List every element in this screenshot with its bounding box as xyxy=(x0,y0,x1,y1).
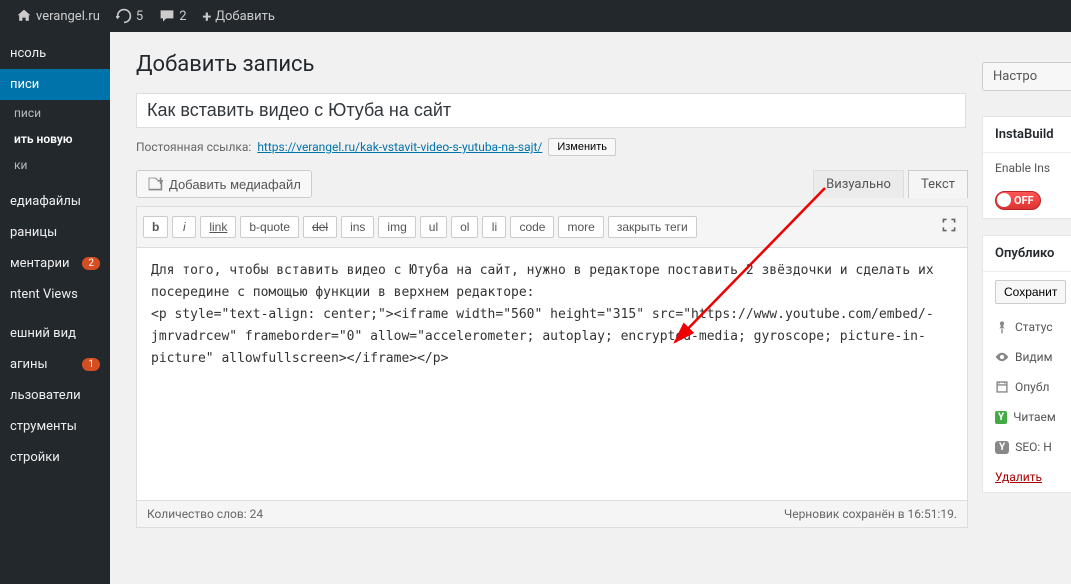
seo-icon: Y xyxy=(995,441,1009,454)
menu-posts[interactable]: писи xyxy=(0,69,110,100)
instabuilder-title: InstaBuild xyxy=(983,117,1071,153)
new-link[interactable]: + Добавить xyxy=(195,7,283,26)
submenu-categories[interactable]: ки xyxy=(0,152,110,178)
admin-topbar: verangel.ru 5 2 + Добавить xyxy=(0,0,1071,32)
screen-options-button[interactable]: Настро xyxy=(982,62,1071,91)
btn-li[interactable]: li xyxy=(482,216,506,238)
site-link[interactable]: verangel.ru xyxy=(8,8,108,24)
yoast-icon: Y xyxy=(995,411,1007,424)
status-label: Статус xyxy=(1015,320,1053,334)
submenu-all-posts[interactable]: писи xyxy=(0,100,110,126)
publish-title: Опублико xyxy=(983,236,1071,272)
plugins-badge: 1 xyxy=(82,358,100,371)
permalink-row: Постоянная ссылка: https://verangel.ru/k… xyxy=(136,138,1051,156)
btn-ul[interactable]: ul xyxy=(420,216,447,238)
seo-label: SEO: Н xyxy=(1015,440,1052,454)
content-textarea[interactable] xyxy=(137,248,967,496)
admin-sidebar: нсоль писи писи ить новую ки едиафайлы р… xyxy=(0,32,110,584)
publish-metabox: Опублико Сохранит Статус Видим Опубл Y Чи… xyxy=(982,235,1071,493)
eye-icon xyxy=(995,350,1009,364)
btn-italic[interactable]: i xyxy=(172,216,196,238)
btn-del[interactable]: del xyxy=(303,216,337,238)
menu-settings[interactable]: стройки xyxy=(0,442,110,473)
btn-more[interactable]: more xyxy=(558,216,603,238)
comments-link[interactable]: 2 xyxy=(151,8,194,24)
add-media-button[interactable]: Добавить медиафайл xyxy=(136,170,312,198)
menu-contentviews[interactable]: ntent Views xyxy=(0,279,110,310)
word-count: Количество слов: 24 xyxy=(147,507,263,521)
schedule-label: Опубл xyxy=(1015,380,1049,394)
menu-media[interactable]: едиафайлы xyxy=(0,186,110,217)
menu-pages[interactable]: раницы xyxy=(0,217,110,248)
btn-link[interactable]: link xyxy=(200,216,236,238)
delete-link[interactable]: Удалить xyxy=(995,470,1042,484)
btn-bold[interactable]: b xyxy=(143,216,168,238)
post-title-input[interactable] xyxy=(136,93,966,128)
visibility-label: Видим xyxy=(1015,350,1052,364)
submenu-add-new[interactable]: ить новую xyxy=(0,126,110,152)
instabuilder-toggle[interactable]: OFF xyxy=(995,191,1041,210)
menu-dashboard[interactable]: нсоль xyxy=(0,38,110,69)
menu-users[interactable]: льзователи xyxy=(0,380,110,411)
text-editor-toolbar: b i link b-quote del ins img ul ol li co… xyxy=(136,206,968,247)
edit-slug-button[interactable]: Изменить xyxy=(548,138,616,156)
tab-visual[interactable]: Визуально xyxy=(813,170,904,198)
calendar-icon xyxy=(995,380,1009,394)
btn-img[interactable]: img xyxy=(378,216,415,238)
save-status: Черновик сохранён в 16:51:19. xyxy=(784,507,957,521)
btn-code[interactable]: code xyxy=(510,216,554,238)
updates-link[interactable]: 5 xyxy=(108,8,151,24)
pin-icon xyxy=(995,320,1009,334)
menu-comments[interactable]: ментарии2 xyxy=(0,248,110,279)
btn-bquote[interactable]: b-quote xyxy=(240,216,299,238)
readability-label: Читаем xyxy=(1013,410,1056,424)
comments-badge: 2 xyxy=(82,257,100,270)
btn-closetags[interactable]: закрыть теги xyxy=(608,216,697,238)
btn-ol[interactable]: ol xyxy=(451,216,478,238)
menu-tools[interactable]: струменты xyxy=(0,411,110,442)
main-content: Добавить запись Постоянная ссылка: https… xyxy=(110,32,1071,584)
tab-text[interactable]: Текст xyxy=(908,170,968,198)
menu-plugins[interactable]: агины1 xyxy=(0,349,110,380)
save-draft-button[interactable]: Сохранит xyxy=(995,280,1066,304)
page-heading: Добавить запись xyxy=(136,52,1051,77)
instabuilder-metabox: InstaBuild Enable Ins OFF xyxy=(982,116,1071,219)
permalink-link[interactable]: https://verangel.ru/kak-vstavit-video-s-… xyxy=(257,140,542,154)
btn-ins[interactable]: ins xyxy=(341,216,374,238)
menu-appearance[interactable]: ешний вид xyxy=(0,318,110,349)
enable-label: Enable Ins xyxy=(995,161,1050,175)
fullscreen-icon[interactable] xyxy=(937,213,961,241)
